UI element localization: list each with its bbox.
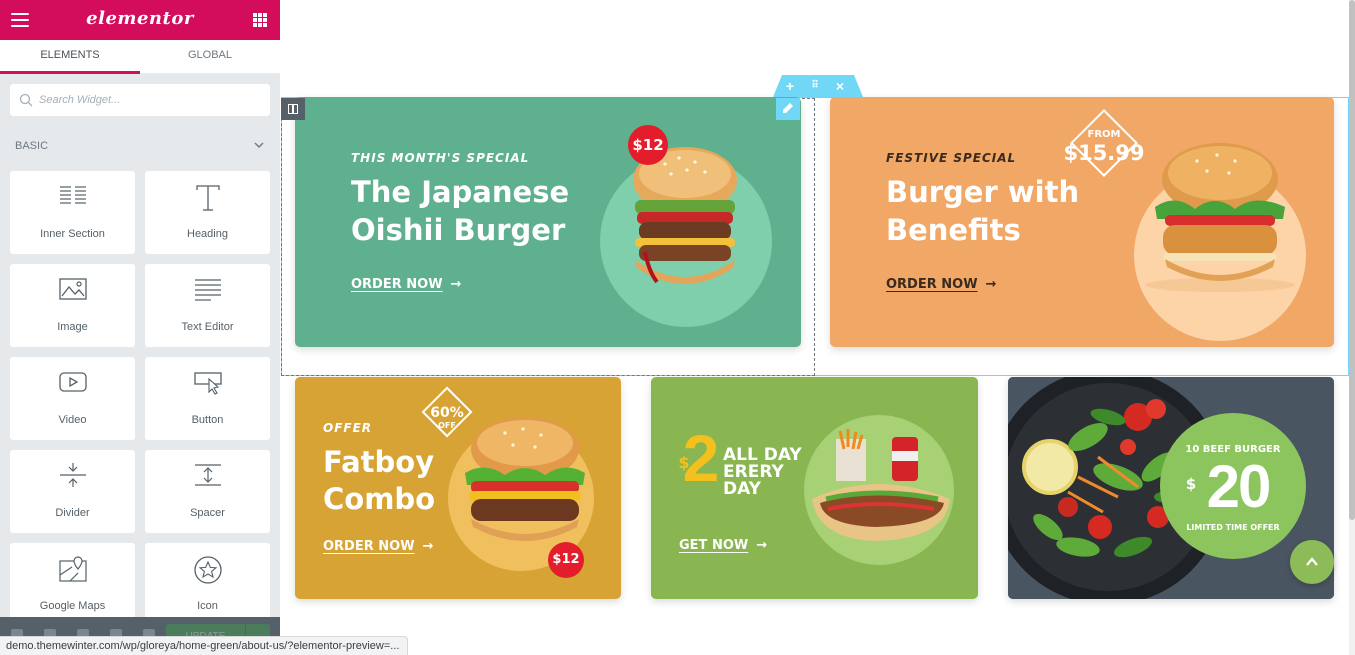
burger-image (633, 147, 737, 284)
banner-title-line-2: Oishii Burger (351, 213, 566, 247)
banner-all-day-deal[interactable]: $ 2 ALL DAY ERERY DAY GET NOW → (651, 377, 978, 599)
order-now-link[interactable]: ORDER NOW → (886, 277, 996, 292)
cta-label: ORDER NOW (323, 539, 415, 554)
arrow-right-icon: → (450, 277, 462, 292)
banner-kicker: OFFER (323, 421, 373, 435)
video-icon (58, 372, 87, 392)
chicken-burger-image (1145, 143, 1295, 292)
widget-label: Button (191, 414, 224, 426)
widget-text-editor[interactable]: Text Editor (145, 264, 270, 347)
edit-widget-button[interactable] (776, 98, 800, 120)
widget-inner-section[interactable]: Inner Section (10, 171, 135, 254)
widget-grid: Inner Section Heading Image Text Editor … (10, 171, 270, 626)
divider-icon (59, 463, 86, 487)
panel-tabs: ELEMENTS GLOBAL (0, 40, 280, 74)
banner-title-line-2: Combo (323, 482, 436, 516)
search-widget-input[interactable] (10, 84, 270, 116)
order-now-link[interactable]: ORDER NOW → (351, 277, 461, 292)
banner-beef-burger-offer[interactable]: 10 BEEF BURGER $ 20 LIMITED TIME OFFER (1008, 377, 1334, 599)
widget-label: Inner Section (40, 228, 105, 240)
star-icon (193, 556, 222, 584)
search-box (10, 84, 270, 116)
panel-header: elementor (0, 0, 280, 40)
banner-kicker: FESTIVE SPECIAL (886, 151, 1017, 165)
spacer-icon (194, 464, 221, 486)
banner-title-line-1: The Japanese (351, 175, 570, 209)
tab-elements[interactable]: ELEMENTS (0, 40, 140, 74)
text-editor-icon (194, 279, 221, 301)
banner-japanese-burger[interactable]: THIS MONTH'S SPECIAL The Japanese Oishii… (295, 97, 801, 347)
discount-value: 60% (430, 405, 464, 421)
discount-off-label: OFF (438, 421, 456, 430)
heading-icon (195, 185, 220, 211)
widget-spacer[interactable]: Spacer (145, 450, 270, 533)
banner-burger-benefits[interactable]: FESTIVE SPECIAL Burger with Benefits ORD… (830, 97, 1334, 347)
button-icon (193, 372, 222, 395)
deal-line-3: DAY (723, 479, 761, 499)
arrow-right-icon: → (422, 539, 434, 554)
search-icon (19, 93, 33, 107)
widget-video[interactable]: Video (10, 357, 135, 440)
elementor-panel: elementor ELEMENTS GLOBAL BASIC (0, 0, 280, 655)
deal-number: 2 (682, 421, 720, 495)
widget-google-maps[interactable]: Google Maps (10, 543, 135, 626)
widget-label: Heading (187, 228, 228, 240)
chevron-down-icon (254, 142, 264, 148)
widgets-grid-icon[interactable] (253, 13, 267, 27)
widget-label: Icon (197, 600, 218, 612)
price-value: $15.99 (1063, 141, 1145, 165)
price-badge: $12 (548, 542, 584, 578)
image-icon (58, 278, 87, 300)
widget-heading[interactable]: Heading (145, 171, 270, 254)
cta-label: ORDER NOW (886, 277, 978, 292)
kebab-combo-image (812, 429, 950, 541)
arrow-right-icon: → (985, 277, 997, 292)
price-badge: $12 (628, 125, 668, 165)
category-basic-header[interactable]: BASIC (0, 126, 280, 164)
scroll-to-top-button[interactable] (1290, 540, 1334, 584)
cta-label: ORDER NOW (351, 277, 443, 292)
widget-button[interactable]: Button (145, 357, 270, 440)
offer-bottom-label: LIMITED TIME OFFER (1186, 523, 1280, 532)
widget-icon[interactable]: Icon (145, 543, 270, 626)
arrow-right-icon: → (756, 538, 768, 553)
chevron-up-icon (1306, 557, 1318, 566)
column-handle-icon[interactable] (281, 98, 305, 120)
widget-label: Spacer (190, 507, 225, 519)
add-section-icon[interactable]: + (781, 77, 799, 95)
order-now-link[interactable]: ORDER NOW → (323, 539, 433, 554)
widget-label: Video (58, 414, 87, 426)
banner-title-line-1: Burger with (886, 175, 1080, 209)
banner-fatboy-combo[interactable]: OFFER Fatboy Combo ORDER NOW → 60% OFF $1… (295, 377, 621, 599)
category-label: BASIC (15, 140, 49, 152)
preview-scrollbar[interactable] (1349, 0, 1355, 655)
widget-label: Divider (55, 507, 90, 519)
price-from-label: FROM (1087, 129, 1121, 140)
get-now-link[interactable]: GET NOW → (679, 538, 767, 553)
pencil-icon (783, 103, 793, 113)
section-handle: + ⠿ × (773, 75, 863, 97)
banner-title-line-2: Benefits (886, 213, 1021, 247)
close-section-icon[interactable]: × (831, 77, 849, 95)
tab-global[interactable]: GLOBAL (140, 40, 280, 74)
widget-label: Google Maps (39, 600, 106, 612)
widget-label: Text Editor (181, 321, 234, 333)
cta-label: GET NOW (679, 538, 749, 553)
banner-kicker: THIS MONTH'S SPECIAL (351, 151, 530, 165)
offer-dollar: $ (1185, 475, 1197, 493)
banner-title-line-1: Fatboy (323, 445, 435, 479)
offer-price: 20 (1206, 453, 1272, 520)
status-bar-url: demo.themewinter.com/wp/gloreya/home-gre… (0, 636, 409, 655)
map-icon (58, 556, 87, 582)
widget-label: Image (57, 321, 88, 333)
widget-divider[interactable]: Divider (10, 450, 135, 533)
elementor-logo: elementor (86, 8, 194, 29)
drag-section-icon[interactable]: ⠿ (806, 77, 824, 95)
inner-section-icon (59, 186, 86, 204)
widget-image[interactable]: Image (10, 264, 135, 347)
fatboy-burger-image (465, 417, 585, 541)
